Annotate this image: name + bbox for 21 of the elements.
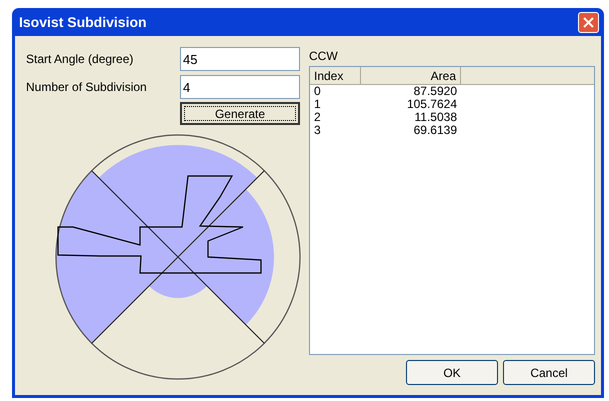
dialog-button[interactable]: Cancel (503, 360, 595, 385)
list-cell-text: 105.7624 (406, 98, 458, 111)
column-header[interactable]: Index (310, 67, 361, 84)
list-cell-text: 87.5920 (412, 85, 458, 98)
list-cell-text: 11.5038 (414, 111, 458, 124)
field-label: Number of Subdivision (26, 79, 148, 96)
list-cell-text: 3 (313, 124, 322, 137)
list-cell-text: 1 (313, 98, 322, 111)
list-cell-text: 2 (313, 111, 322, 124)
dialog-button[interactable]: OK (406, 360, 498, 385)
generate-button[interactable]: Generate (180, 102, 300, 125)
column-header[interactable]: Area (361, 67, 461, 84)
field-label: Start Angle (degree) (26, 51, 134, 68)
list-cell-text: 69.6139 (412, 124, 458, 137)
close-icon (583, 16, 594, 28)
input-field[interactable]: 4 (180, 75, 300, 99)
list-cell-text: 0 (313, 85, 322, 98)
window-title: Isovist Subdivision (19, 12, 147, 32)
input-field[interactable]: 45 (180, 47, 300, 71)
list-caption: CCW (309, 48, 339, 65)
close-button[interactable] (578, 12, 599, 32)
